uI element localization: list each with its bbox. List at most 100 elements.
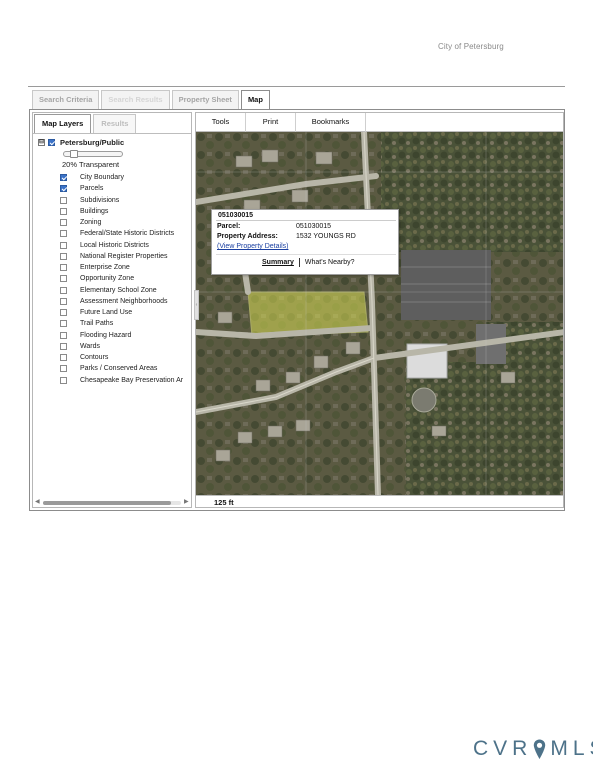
arrow-right-icon[interactable]: ▶ [184,498,189,507]
layer-item[interactable]: Local Historic Districts [60,240,183,251]
tab-map[interactable]: Map [240,90,270,110]
layer-checkbox[interactable] [60,219,67,227]
layer-checkbox[interactable] [60,354,67,362]
layer-checkbox[interactable] [60,196,67,204]
city-title: City of Petersburg [438,42,504,51]
layer-item[interactable]: Parks / Conserved Areas [60,363,183,374]
layer-label: Contours [80,354,109,362]
layer-item[interactable]: Trail Paths [60,318,183,329]
popup-tab-summary[interactable]: Summary [259,259,297,266]
layer-checkbox[interactable] [60,174,67,182]
woodland-north [381,132,563,252]
layer-checkbox[interactable] [60,320,67,328]
layer-checkbox[interactable] [60,252,67,260]
layer-label: Future Land Use [80,309,133,317]
layer-group-root: ⊟ Petersburg/Public [38,138,124,147]
popup-tab-whats-nearby[interactable]: What's Nearby? [302,259,358,266]
tab-results[interactable]: Results [93,114,137,133]
layer-label: Zoning [80,219,102,227]
root-layer-label: Petersburg/Public [60,138,125,147]
aerial-map[interactable] [196,132,564,495]
tab-property-sheet[interactable]: Property Sheet [171,90,239,109]
layer-item[interactable]: Subdivisions [60,195,183,206]
layer-panel-scrollbar[interactable]: ◀ ▶ [34,498,190,507]
root-layer-checkbox[interactable] [48,139,55,146]
layer-label: Parks / Conserved Areas [80,365,158,373]
parking-lot [401,250,491,320]
layer-item[interactable]: Flooding Hazard [60,330,183,341]
layer-item[interactable]: Federal/State Historic Districts [60,228,183,239]
panel-collapse-handle[interactable]: ‹ [194,290,199,320]
layer-label: Buildings [80,207,109,215]
layer-label: Chesapeake Bay Preservation Ar [80,376,184,384]
address-label: Property Address: [217,233,278,240]
layer-item[interactable]: Parcels [60,183,183,194]
layer-item[interactable]: Future Land Use [60,307,183,318]
arrow-left-icon[interactable]: ◀ [35,498,40,507]
layer-label: Federal/State Historic Districts [80,230,175,238]
layer-item[interactable]: Opportunity Zone [60,273,183,284]
popup-tabs: Summary What's Nearby? [259,258,357,267]
layer-label: City Boundary [80,174,124,182]
scrollbar-thumb[interactable] [43,501,171,505]
layer-checkbox[interactable] [60,241,67,249]
popup-divider-lower [216,254,396,255]
tab-map-layers[interactable]: Map Layers [34,114,92,133]
tab-search-criteria[interactable]: Search Criteria [32,90,100,109]
layer-checkbox[interactable] [60,365,67,373]
layer-checkbox[interactable] [60,207,67,215]
layer-checkbox[interactable] [60,264,67,272]
popup-title: 051030015 [218,212,254,219]
layer-checkbox[interactable] [60,376,67,384]
transparency-slider-thumb[interactable] [70,150,78,158]
scrollbar-track[interactable] [43,501,181,505]
layer-item[interactable]: City Boundary [60,172,183,183]
layer-label: Opportunity Zone [80,275,135,283]
parcel-label: Parcel: [217,223,241,230]
layer-checkbox[interactable] [60,309,67,317]
layer-checkbox[interactable] [60,230,67,238]
parcel-value: 051030015 [296,223,332,230]
layer-item[interactable]: Elementary School Zone [60,285,183,296]
brand-right: MLS [550,737,593,760]
cvrmls-logo: CVR MLS [473,737,593,761]
layer-label: Trail Paths [80,320,114,328]
layers-panel: Map Layers Results ⊟ Petersburg/Public 2… [32,112,192,508]
tools-button[interactable]: Tools [196,113,246,132]
tab-search-results[interactable]: Search Results [101,90,170,109]
minus-box-icon[interactable]: ⊟ [38,139,45,146]
layer-item[interactable]: Enterprise Zone [60,262,183,273]
layer-item[interactable]: National Register Properties [60,251,183,262]
layer-label: Enterprise Zone [80,264,130,272]
transparency-slider[interactable] [63,150,123,158]
brand-left: CVR [473,737,533,760]
map-tab-frame: Map Layers Results ⊟ Petersburg/Public 2… [29,109,565,511]
layer-checkbox[interactable] [60,297,67,305]
layer-label: Wards [80,342,100,350]
popup-divider [216,220,396,221]
layer-checkbox[interactable] [60,331,67,339]
layer-item[interactable]: Wards [60,341,183,352]
parcel-popup: 051030015 Parcel: 051030015 Property Add… [211,209,399,275]
layer-item[interactable]: Buildings [60,206,183,217]
layer-panel-tabs: Map Layers Results [34,114,138,133]
popup-tab-separator [298,258,300,267]
layer-checkbox[interactable] [60,185,67,193]
layer-checkbox[interactable] [60,275,67,283]
layer-list: City Boundary Parcels Subdivisions Building… [60,172,183,386]
layer-item[interactable]: Zoning [60,217,183,228]
view-property-details-link[interactable]: (View Property Details) [217,243,288,250]
transparency-label: 20% Transparent [62,160,120,169]
layer-label: Assessment Neighborhoods [80,297,168,305]
layer-item[interactable]: Chesapeake Bay Preservation Ar [60,375,183,386]
bookmarks-button[interactable]: Bookmarks [296,113,366,132]
main-tabs: Search Criteria Search Results Property … [32,90,272,110]
print-button[interactable]: Print [246,113,296,132]
layer-label: Local Historic Districts [80,241,149,249]
layer-checkbox[interactable] [60,342,67,350]
layer-label: National Register Properties [80,252,168,260]
layer-checkbox[interactable] [60,286,67,294]
layer-label: Parcels [80,185,104,193]
layer-item[interactable]: Contours [60,352,183,363]
layer-item[interactable]: Assessment Neighborhoods [60,296,183,307]
